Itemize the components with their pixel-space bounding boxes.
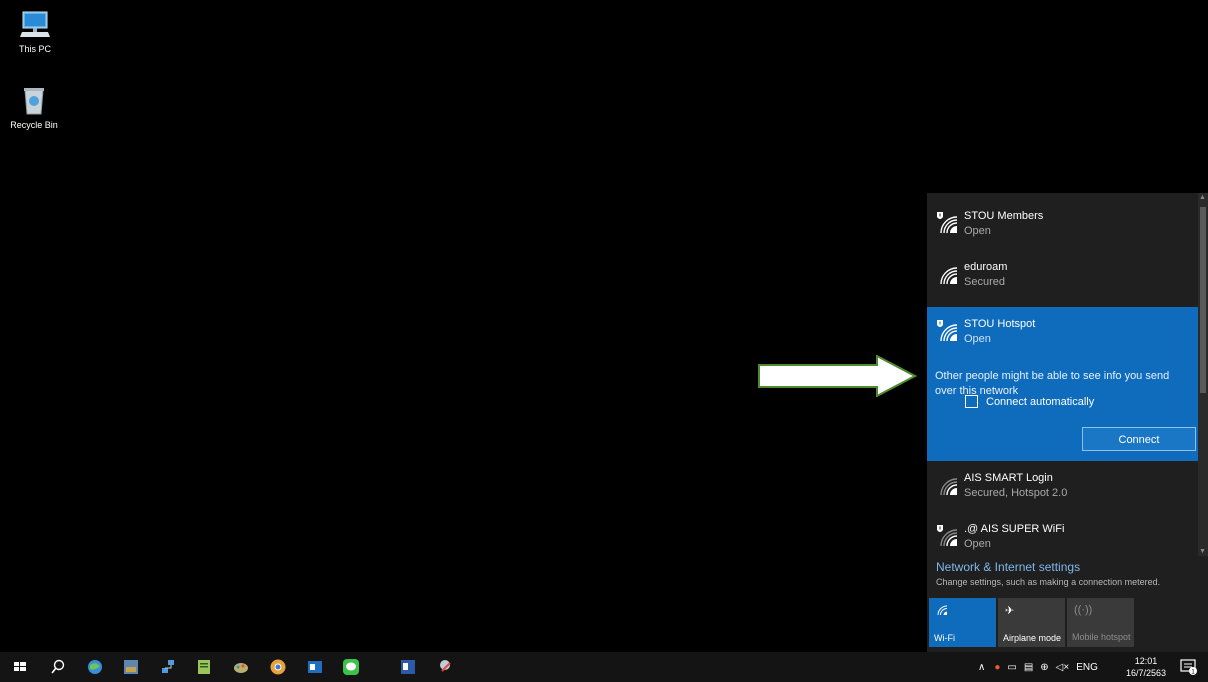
quick-action-label: Wi-Fi [934, 633, 955, 643]
outlook-icon[interactable] [305, 657, 325, 677]
snipping-tool-icon[interactable] [436, 657, 456, 677]
airplane-icon: ✈ [1005, 605, 1015, 617]
network-item-stou-members[interactable]: STOU Members Open [927, 199, 1198, 249]
quick-action-label: Airplane mode [1003, 633, 1062, 643]
network-status: Open [964, 538, 991, 550]
network-name: STOU Hotspot [964, 318, 1036, 330]
scrollbar-thumb[interactable] [1200, 207, 1206, 393]
network-list-scrollbar[interactable]: ▲ ▼ [1198, 193, 1208, 556]
network-name: STOU Members [964, 210, 1044, 222]
network-item-ais-super-wifi[interactable]: .@ AIS SUPER WiFi Open [927, 512, 1198, 556]
scroll-down-icon[interactable]: ▼ [1199, 548, 1206, 555]
browser-globe-icon[interactable] [85, 657, 105, 677]
network-settings-description: Change settings, such as making a connec… [936, 577, 1161, 587]
quick-action-airplane-mode[interactable]: ✈ Airplane mode [998, 598, 1065, 647]
wifi-open-shield-icon [937, 525, 958, 547]
recycle-bin-icon [24, 88, 44, 115]
keyboard-tray-icon[interactable]: ▤ [1024, 662, 1033, 673]
network-settings-link[interactable]: Network & Internet settings [936, 560, 1080, 574]
taskbar: ∧ ● ▭ ▤ ⊕ ◁× ENG 12:01 16/7/2563 1 [0, 652, 1208, 682]
clock-date: 16/7/2563 [1125, 668, 1166, 678]
volume-muted-icon[interactable]: ◁× [1056, 662, 1070, 673]
connect-button[interactable]: Connect [1082, 427, 1196, 451]
network-app-icon[interactable] [158, 657, 178, 677]
network-item-stou-hotspot[interactable]: STOU Hotspot Open Other people might be … [927, 307, 1198, 461]
app-icon-notepad[interactable] [194, 657, 214, 677]
wifi-open-shield-icon [937, 212, 958, 234]
network-status: Secured, Hotspot 2.0 [964, 487, 1068, 499]
computer-icon [20, 11, 50, 37]
network-name: eduroam [964, 261, 1008, 273]
action-center-icon[interactable]: 1 [1180, 658, 1198, 676]
desktop-icon-label: Recycle Bin [10, 120, 58, 130]
desktop-icon-recycle-bin[interactable]: Recycle Bin [4, 86, 64, 130]
quick-action-mobile-hotspot: ((·)) Mobile hotspot [1067, 598, 1134, 647]
battery-tray-icon[interactable]: ▭ [1007, 662, 1016, 673]
wifi-icon [937, 605, 948, 616]
network-item-eduroam[interactable]: eduroam Secured [927, 250, 1198, 300]
connect-automatically-checkbox[interactable] [965, 395, 978, 408]
connect-automatically-label: Connect automatically [986, 395, 1095, 408]
app-icon-paint[interactable] [231, 657, 251, 677]
system-tray: ∧ ● ▭ ▤ ⊕ ◁× ENG [978, 652, 1098, 682]
connect-automatically-option[interactable]: Connect automatically [965, 395, 1094, 408]
wifi-open-shield-icon [937, 320, 958, 342]
clock[interactable]: 12:01 16/7/2563 [1126, 655, 1166, 679]
network-item-ais-smart-login[interactable]: AIS SMART Login Secured, Hotspot 2.0 [927, 461, 1198, 511]
app-icon-photos[interactable] [121, 657, 141, 677]
network-status: Open [964, 333, 991, 345]
desktop-icon-label: This PC [18, 44, 51, 54]
network-status: Secured [964, 276, 1005, 288]
show-hidden-icons-chevron-icon[interactable]: ∧ [978, 662, 985, 673]
network-name: AIS SMART Login [964, 472, 1053, 484]
wifi-icon [940, 478, 958, 496]
language-indicator[interactable]: ENG [1076, 662, 1098, 673]
word-icon[interactable] [398, 657, 418, 677]
wifi-icon [940, 267, 958, 285]
network-flyout: STOU Members Open eduroam Secured STOU H… [927, 193, 1208, 652]
quick-action-label: Mobile hotspot [1072, 632, 1131, 642]
desktop-icon-this-pc[interactable]: This PC [5, 10, 65, 54]
line-chat-icon[interactable] [341, 657, 361, 677]
pointer-arrow [758, 355, 917, 397]
windows-start-icon[interactable] [10, 657, 30, 677]
clock-time: 12:01 [1134, 656, 1158, 666]
chrome-icon[interactable] [268, 657, 288, 677]
scroll-up-icon[interactable]: ▲ [1199, 194, 1206, 201]
hotspot-icon: ((·)) [1074, 604, 1093, 616]
search-icon[interactable] [48, 657, 68, 677]
globe-network-icon[interactable]: ⊕ [1040, 662, 1048, 673]
quick-action-wifi[interactable]: Wi-Fi [929, 598, 996, 647]
network-name: .@ AIS SUPER WiFi [964, 523, 1065, 535]
network-status: Open [964, 225, 991, 237]
antivirus-tray-icon[interactable]: ● [994, 662, 1000, 673]
